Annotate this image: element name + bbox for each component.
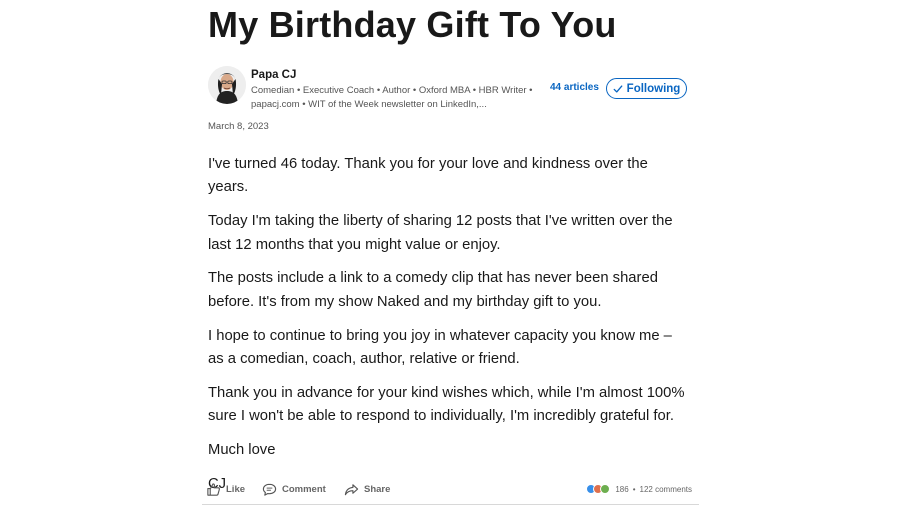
paragraph: Thank you in advance for your kind wishe… (208, 384, 685, 425)
paragraph: I've turned 46 today. Thank you for your… (208, 156, 648, 196)
like-button[interactable]: Like (206, 482, 245, 497)
article-title: My Birthday Gift To You (208, 4, 617, 45)
sign-off: Much love (208, 442, 276, 459)
like-label: Like (226, 484, 246, 495)
share-label: Share (364, 484, 391, 495)
article-body: I've turned 46 today. Thank you for your… (208, 153, 690, 506)
social-action-bar: Like Comment Share 186 • 122 comments (202, 474, 699, 505)
reaction-icons (586, 484, 611, 494)
comments-count[interactable]: 122 comments (640, 485, 692, 494)
celebrate-reaction-icon (600, 484, 611, 494)
publish-date: March 8, 2023 (208, 121, 269, 132)
share-arrow-icon (344, 484, 359, 496)
paragraph: Today I'm taking the liberty of sharing … (208, 213, 673, 253)
speech-bubble-icon (262, 483, 277, 496)
following-button-label: Following (626, 82, 681, 95)
thumbs-up-icon (207, 483, 220, 496)
paragraph: The posts include a link to a comedy cli… (208, 270, 658, 310)
reactions-count[interactable]: 186 (615, 485, 628, 494)
author-articles-link[interactable]: 44 articles (550, 82, 599, 93)
author-avatar[interactable] (208, 66, 246, 104)
author-name[interactable]: Papa CJ (251, 69, 296, 81)
reactions-summary[interactable]: 186 • 122 comments (586, 484, 692, 494)
share-button[interactable]: Share (344, 482, 390, 497)
comment-label: Comment (282, 484, 326, 495)
checkmark-icon (613, 84, 623, 93)
avatar-image (208, 66, 246, 104)
following-button[interactable]: Following (606, 78, 687, 99)
separator: • (632, 484, 636, 494)
author-headline: Comedian • Executive Coach • Author • Ox… (251, 85, 533, 110)
comment-button[interactable]: Comment (262, 482, 326, 497)
paragraph: I hope to continue to bring you joy in w… (208, 327, 672, 368)
